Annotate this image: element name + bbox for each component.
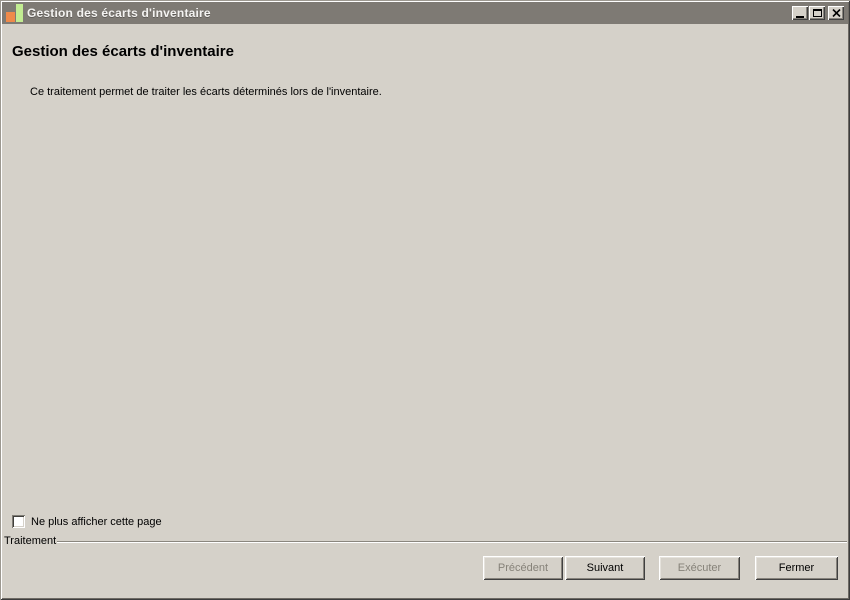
bar-chart-orange-bar xyxy=(6,12,15,22)
treatment-group: Traitement xyxy=(4,535,847,547)
checkbox-label: Ne plus afficher cette page xyxy=(31,515,162,528)
window-title: Gestion des écarts d'inventaire xyxy=(27,6,211,20)
group-divider xyxy=(57,541,847,543)
minimize-icon xyxy=(796,15,804,18)
checkbox-icon[interactable] xyxy=(12,515,25,528)
page-description: Ce traitement permet de traiter les écar… xyxy=(30,86,382,98)
dialog-window: Gestion des écarts d'inventaire Gestion … xyxy=(0,0,850,600)
previous-button[interactable]: Précédent xyxy=(483,556,563,580)
minimize-button[interactable] xyxy=(792,6,808,20)
maximize-icon xyxy=(812,9,822,17)
close-dialog-button[interactable]: Fermer xyxy=(755,556,838,580)
treatment-group-label: Traitement xyxy=(4,535,57,547)
dont-show-again-checkbox[interactable]: Ne plus afficher cette page xyxy=(12,515,162,528)
page-title: Gestion des écarts d'inventaire xyxy=(12,43,234,60)
close-icon xyxy=(831,9,841,17)
execute-button[interactable]: Exécuter xyxy=(659,556,740,580)
next-button[interactable]: Suivant xyxy=(565,556,645,580)
bar-chart-app-icon xyxy=(6,4,23,22)
bar-chart-green-bar xyxy=(16,4,23,22)
window-controls xyxy=(791,6,844,20)
maximize-button[interactable] xyxy=(809,6,825,20)
title-bar[interactable]: Gestion des écarts d'inventaire xyxy=(2,2,848,24)
close-button[interactable] xyxy=(828,6,844,20)
